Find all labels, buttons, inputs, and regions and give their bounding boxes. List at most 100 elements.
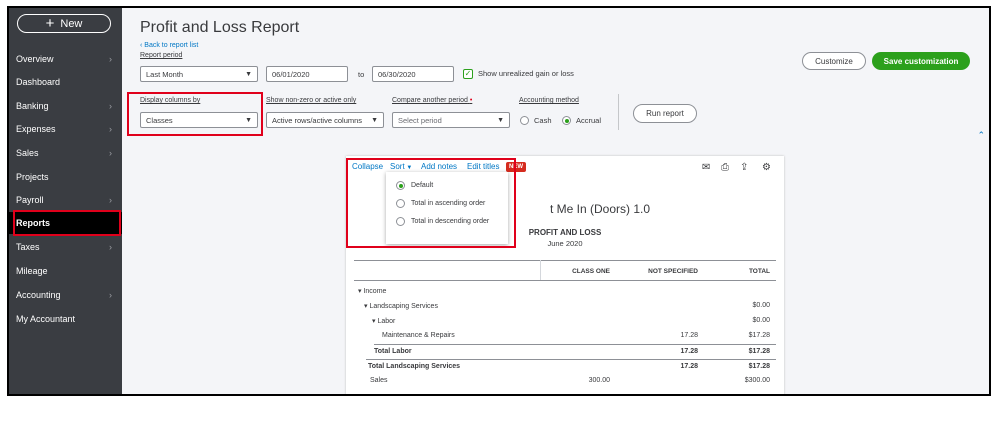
end-date-value: 06/30/2020: [378, 69, 416, 79]
show-unrealized-checkbox[interactable]: ✓: [463, 69, 473, 79]
back-to-report-list-link[interactable]: ‹ Back to report list: [140, 42, 198, 49]
sidebar-item-label: Dashboard: [16, 77, 61, 87]
report-period-select[interactable]: Last Month ▼: [140, 66, 258, 82]
table-row[interactable]: Maintenance & Repairs 17.28 $17.28: [354, 329, 776, 344]
end-date-input[interactable]: 06/30/2020: [372, 66, 454, 82]
show-nonzero-select[interactable]: Active rows/active columns ▼: [266, 112, 384, 128]
table-row[interactable]: Total Labor 17.28 $17.28: [374, 344, 776, 359]
main-content: Profit and Loss Report ‹ Back to report …: [122, 8, 989, 394]
column-header-total[interactable]: TOTAL: [749, 268, 770, 275]
show-unrealized-label: Show unrealized gain or loss: [478, 69, 574, 78]
sidebar-item-banking[interactable]: Banking ›: [9, 95, 122, 117]
row-label: ▾ Income: [358, 288, 387, 295]
print-icon[interactable]: ⎙: [721, 162, 729, 173]
customize-button[interactable]: Customize: [802, 52, 866, 70]
save-customization-label: Save customization: [883, 56, 959, 66]
table-row[interactable]: ▾ Labor $0.00: [354, 314, 776, 329]
report-panel: Collapse Sort ▼ Add notes Edit titles NE…: [346, 156, 784, 394]
row-total: $0.00: [752, 302, 770, 309]
row-label: Maintenance & Repairs: [382, 332, 455, 339]
start-date-value: 06/01/2020: [272, 69, 310, 79]
divider: [618, 94, 619, 130]
row-not-specified: 17.28: [680, 348, 698, 355]
sidebar-item-payroll[interactable]: Payroll ›: [9, 189, 122, 211]
run-report-label: Run report: [646, 109, 684, 118]
email-icon[interactable]: ✉: [702, 162, 710, 173]
cash-label: Cash: [534, 116, 552, 125]
report-period-label: Report period: [140, 52, 183, 59]
caret-down-icon: ▼: [497, 116, 504, 124]
page-title: Profit and Loss Report: [140, 19, 300, 36]
report-period-value: Last Month: [146, 69, 184, 79]
export-icon[interactable]: ⇪: [740, 162, 748, 173]
sidebar-item-accounting[interactable]: Accounting ›: [9, 284, 122, 306]
column-header-not-specified[interactable]: NOT SPECIFIED: [648, 268, 698, 275]
show-nonzero-value: Active rows/active columns: [272, 115, 363, 125]
chevron-right-icon: ›: [109, 124, 112, 134]
table-top-rule: [354, 260, 776, 261]
sidebar-item-dashboard[interactable]: Dashboard: [9, 71, 122, 93]
show-nonzero-label: Show non-zero or active only: [266, 97, 357, 104]
sidebar-item-sales[interactable]: Sales ›: [9, 142, 122, 164]
to-label: to: [358, 70, 365, 79]
chevron-right-icon: ›: [109, 290, 112, 300]
chevron-right-icon: ›: [109, 242, 112, 252]
save-customization-button[interactable]: Save customization: [872, 52, 970, 70]
sidebar-item-projects[interactable]: Projects: [9, 166, 122, 188]
highlight-box: [346, 158, 516, 248]
sidebar-item-label: Banking: [16, 101, 49, 111]
row-label: Sales: [370, 377, 388, 384]
sidebar: + New Overview › Dashboard Banking › Exp…: [9, 8, 122, 394]
sidebar-item-label: Sales: [16, 148, 39, 158]
table-row[interactable]: ▾ Income: [354, 284, 776, 299]
start-date-input[interactable]: 06/01/2020: [266, 66, 348, 82]
row-total: $300.00: [744, 377, 770, 384]
caret-down-icon: ▼: [245, 70, 252, 78]
row-total: $0.00: [752, 317, 770, 324]
sidebar-item-overview[interactable]: Overview ›: [9, 48, 122, 70]
sidebar-item-expenses[interactable]: Expenses ›: [9, 118, 122, 140]
required-mark: •: [469, 97, 473, 104]
sidebar-item-mileage[interactable]: Mileage: [9, 260, 122, 282]
sidebar-item-taxes[interactable]: Taxes ›: [9, 236, 122, 258]
row-not-specified: 17.28: [680, 332, 698, 339]
customize-button-label: Customize: [815, 56, 853, 66]
row-label: Total Labor: [374, 348, 412, 355]
settings-icon[interactable]: ⚙: [762, 162, 771, 173]
sidebar-item-label: Overview: [16, 54, 54, 64]
new-button[interactable]: + New: [17, 14, 111, 33]
accounting-method-label: Accounting method: [519, 97, 579, 104]
row-class-one: 300.00: [588, 377, 610, 384]
row-not-specified: 17.28: [680, 363, 698, 370]
caret-down-icon: ▼: [371, 116, 378, 124]
chevron-right-icon: ›: [109, 101, 112, 111]
sidebar-item-my-accountant[interactable]: My Accountant: [9, 308, 122, 330]
run-report-button[interactable]: Run report: [633, 104, 697, 123]
chevron-right-icon: ›: [109, 54, 112, 64]
row-total: $17.28: [748, 348, 770, 355]
column-divider: [540, 260, 541, 280]
plus-icon: +: [45, 15, 55, 32]
row-total: $17.28: [748, 363, 770, 370]
header-rule: [354, 280, 776, 281]
accrual-radio[interactable]: [562, 116, 571, 125]
table-row[interactable]: ▾ Landscaping Services $0.00: [354, 299, 776, 314]
cash-radio[interactable]: [520, 116, 529, 125]
chevron-up-icon[interactable]: ⌃: [977, 130, 985, 141]
back-link-label: Back to report list: [144, 42, 199, 49]
row-label: Total Landscaping Services: [368, 363, 461, 370]
new-button-label: New: [60, 17, 83, 30]
sidebar-item-label: Taxes: [16, 242, 40, 252]
row-label: ▾ Labor: [372, 318, 396, 325]
sidebar-item-label: Payroll: [16, 195, 44, 205]
highlight-box: [127, 92, 263, 136]
sidebar-item-label: Accounting: [16, 290, 61, 300]
column-header-class-one[interactable]: CLASS ONE: [572, 268, 610, 275]
row-label: ▾ Landscaping Services: [364, 303, 438, 310]
table-row[interactable]: Sales 300.00 $300.00: [354, 374, 776, 389]
compare-period-label-text: Compare another period: [392, 97, 468, 104]
compare-period-select[interactable]: Select period ▼: [392, 112, 510, 128]
sidebar-item-label: Expenses: [16, 124, 56, 134]
compare-period-placeholder: Select period: [398, 115, 442, 125]
table-row[interactable]: Total Landscaping Services 17.28 $17.28: [366, 359, 776, 374]
